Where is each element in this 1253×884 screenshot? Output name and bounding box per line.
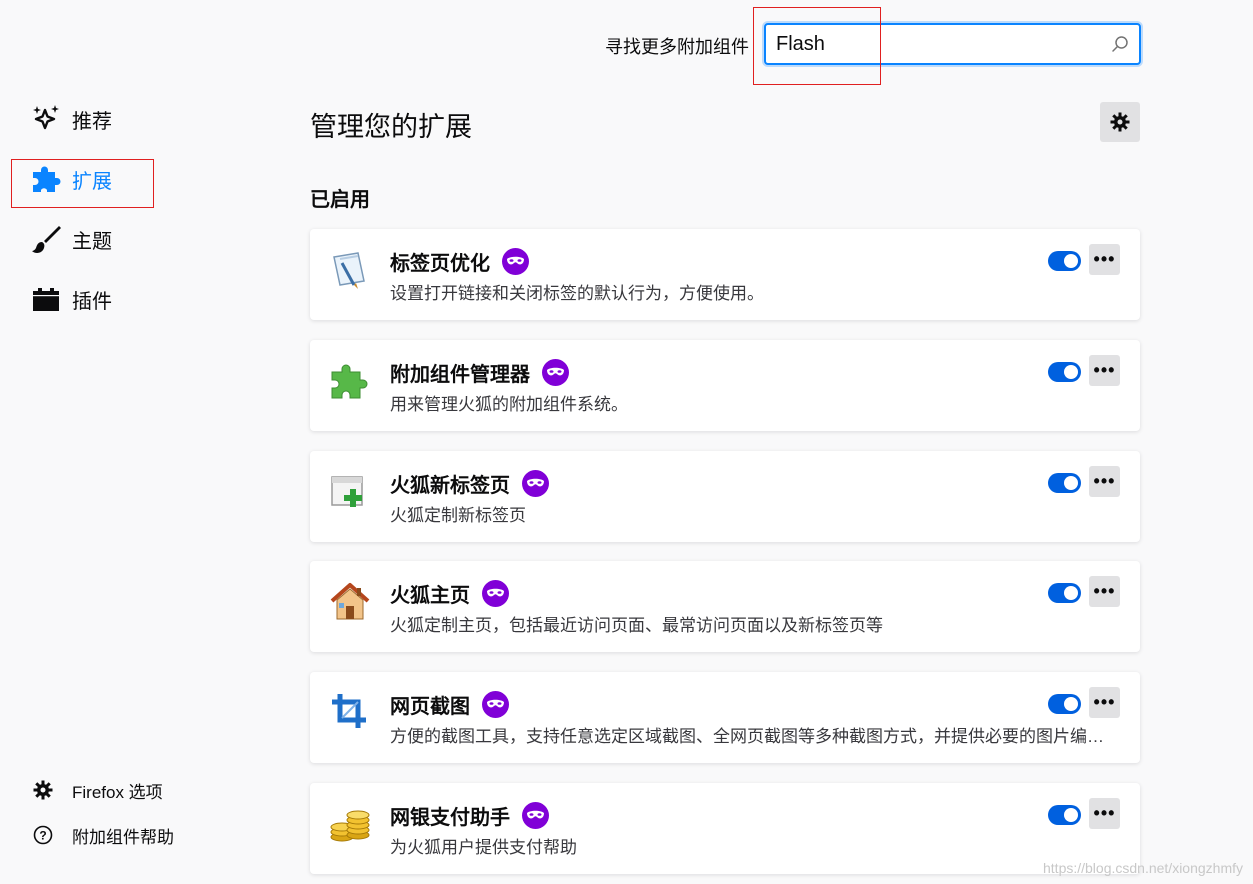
addon-card[interactable]: 标签页优化 设置打开链接和关闭标签的默认行为，方便使用。 ••• [310, 229, 1140, 320]
footer-item-label: Firefox 选项 [72, 782, 163, 802]
addon-card[interactable]: 火狐主页 火狐定制主页，包括最近访问页面、最常访问页面以及新标签页等 ••• [310, 561, 1140, 652]
page-title: 管理您的扩展 [310, 112, 472, 142]
sidebar-item-extensions[interactable]: 扩展 [30, 159, 112, 199]
addon-card[interactable]: 火狐新标签页 火狐定制新标签页 ••• [310, 451, 1140, 542]
private-browsing-icon [542, 359, 569, 386]
private-browsing-icon [502, 248, 529, 275]
puzzle-green-icon [331, 364, 368, 399]
search-box[interactable] [764, 23, 1141, 65]
coins-icon [330, 810, 370, 842]
addons-manager: 寻找更多附加组件 推荐 扩展 [0, 0, 1253, 884]
brush-icon [30, 223, 62, 255]
svg-text:?: ? [39, 829, 46, 843]
sparkle-icon [30, 103, 62, 135]
house-icon [330, 583, 370, 620]
enabled-section-heading: 已启用 [310, 189, 370, 211]
addons-help-link[interactable]: ? 附加组件帮助 [32, 823, 174, 847]
addon-name: 网银支付助手 [390, 807, 510, 829]
tab-utilities-icon [333, 252, 365, 289]
more-dots-icon: ••• [1093, 581, 1116, 601]
sidebar-item-label: 推荐 [72, 110, 112, 133]
search-label: 寻找更多附加组件 [605, 37, 749, 57]
more-options-button[interactable]: ••• [1089, 244, 1120, 275]
addon-name: 火狐新标签页 [390, 475, 510, 497]
more-options-button[interactable]: ••• [1089, 355, 1120, 386]
more-dots-icon: ••• [1093, 249, 1116, 269]
tools-gear-button[interactable] [1100, 102, 1140, 142]
crop-icon [332, 694, 366, 728]
addon-description: 方便的截图工具，支持任意选定区域截图、全网页截图等多种截图方式，并提供必要的图片… [390, 727, 1110, 746]
addon-name: 火狐主页 [390, 585, 470, 607]
sidebar-item-plugins[interactable]: 插件 [30, 279, 112, 319]
addon-card[interactable]: 附加组件管理器 用来管理火狐的附加组件系统。 ••• [310, 340, 1140, 431]
watermark: https://blog.csdn.net/xiongzhmfy [1043, 860, 1243, 876]
addon-card[interactable]: 网页截图 方便的截图工具，支持任意选定区域截图、全网页截图等多种截图方式，并提供… [310, 672, 1140, 763]
addon-description: 用来管理火狐的附加组件系统。 [390, 395, 628, 414]
more-options-button[interactable]: ••• [1089, 466, 1120, 497]
addon-card[interactable]: 网银支付助手 为火狐用户提供支付帮助 ••• [310, 783, 1140, 874]
more-options-button[interactable]: ••• [1089, 576, 1120, 607]
private-browsing-icon [482, 580, 509, 607]
addon-enable-toggle[interactable] [1048, 251, 1081, 271]
more-options-button[interactable]: ••• [1089, 798, 1120, 829]
sidebar-item-themes[interactable]: 主题 [30, 219, 112, 259]
firefox-options-link[interactable]: Firefox 选项 [32, 778, 163, 802]
addon-name: 附加组件管理器 [390, 364, 530, 386]
addon-name: 标签页优化 [390, 253, 490, 275]
plugin-block-icon [30, 283, 62, 315]
addon-enable-toggle[interactable] [1048, 583, 1081, 603]
new-tab-icon [331, 476, 363, 507]
sidebar-item-recommendations[interactable]: 推荐 [30, 99, 112, 139]
more-dots-icon: ••• [1093, 360, 1116, 380]
addon-description: 火狐定制新标签页 [390, 506, 526, 525]
private-browsing-icon [482, 691, 509, 718]
gear-icon [32, 779, 54, 801]
addon-enable-toggle[interactable] [1048, 362, 1081, 382]
private-browsing-icon [522, 470, 549, 497]
more-dots-icon: ••• [1093, 803, 1116, 823]
more-dots-icon: ••• [1093, 471, 1116, 491]
addon-enable-toggle[interactable] [1048, 473, 1081, 493]
addon-description: 为火狐用户提供支付帮助 [390, 838, 577, 857]
search-input[interactable] [776, 32, 1096, 56]
more-options-button[interactable]: ••• [1089, 687, 1120, 718]
sidebar-item-label: 主题 [72, 230, 112, 253]
help-icon: ? [32, 824, 54, 846]
addon-description: 设置打开链接和关闭标签的默认行为，方便使用。 [390, 284, 764, 303]
puzzle-icon [30, 163, 62, 195]
private-browsing-icon [522, 802, 549, 829]
gear-icon [1110, 112, 1130, 132]
footer-item-label: 附加组件帮助 [72, 827, 174, 847]
addon-enable-toggle[interactable] [1048, 694, 1081, 714]
addon-name: 网页截图 [390, 696, 470, 718]
more-dots-icon: ••• [1093, 692, 1116, 712]
search-icon[interactable] [1111, 35, 1129, 53]
sidebar-item-label: 扩展 [72, 170, 112, 193]
addon-enable-toggle[interactable] [1048, 805, 1081, 825]
sidebar-item-label: 插件 [72, 290, 112, 313]
addon-description: 火狐定制主页，包括最近访问页面、最常访问页面以及新标签页等 [390, 616, 883, 635]
